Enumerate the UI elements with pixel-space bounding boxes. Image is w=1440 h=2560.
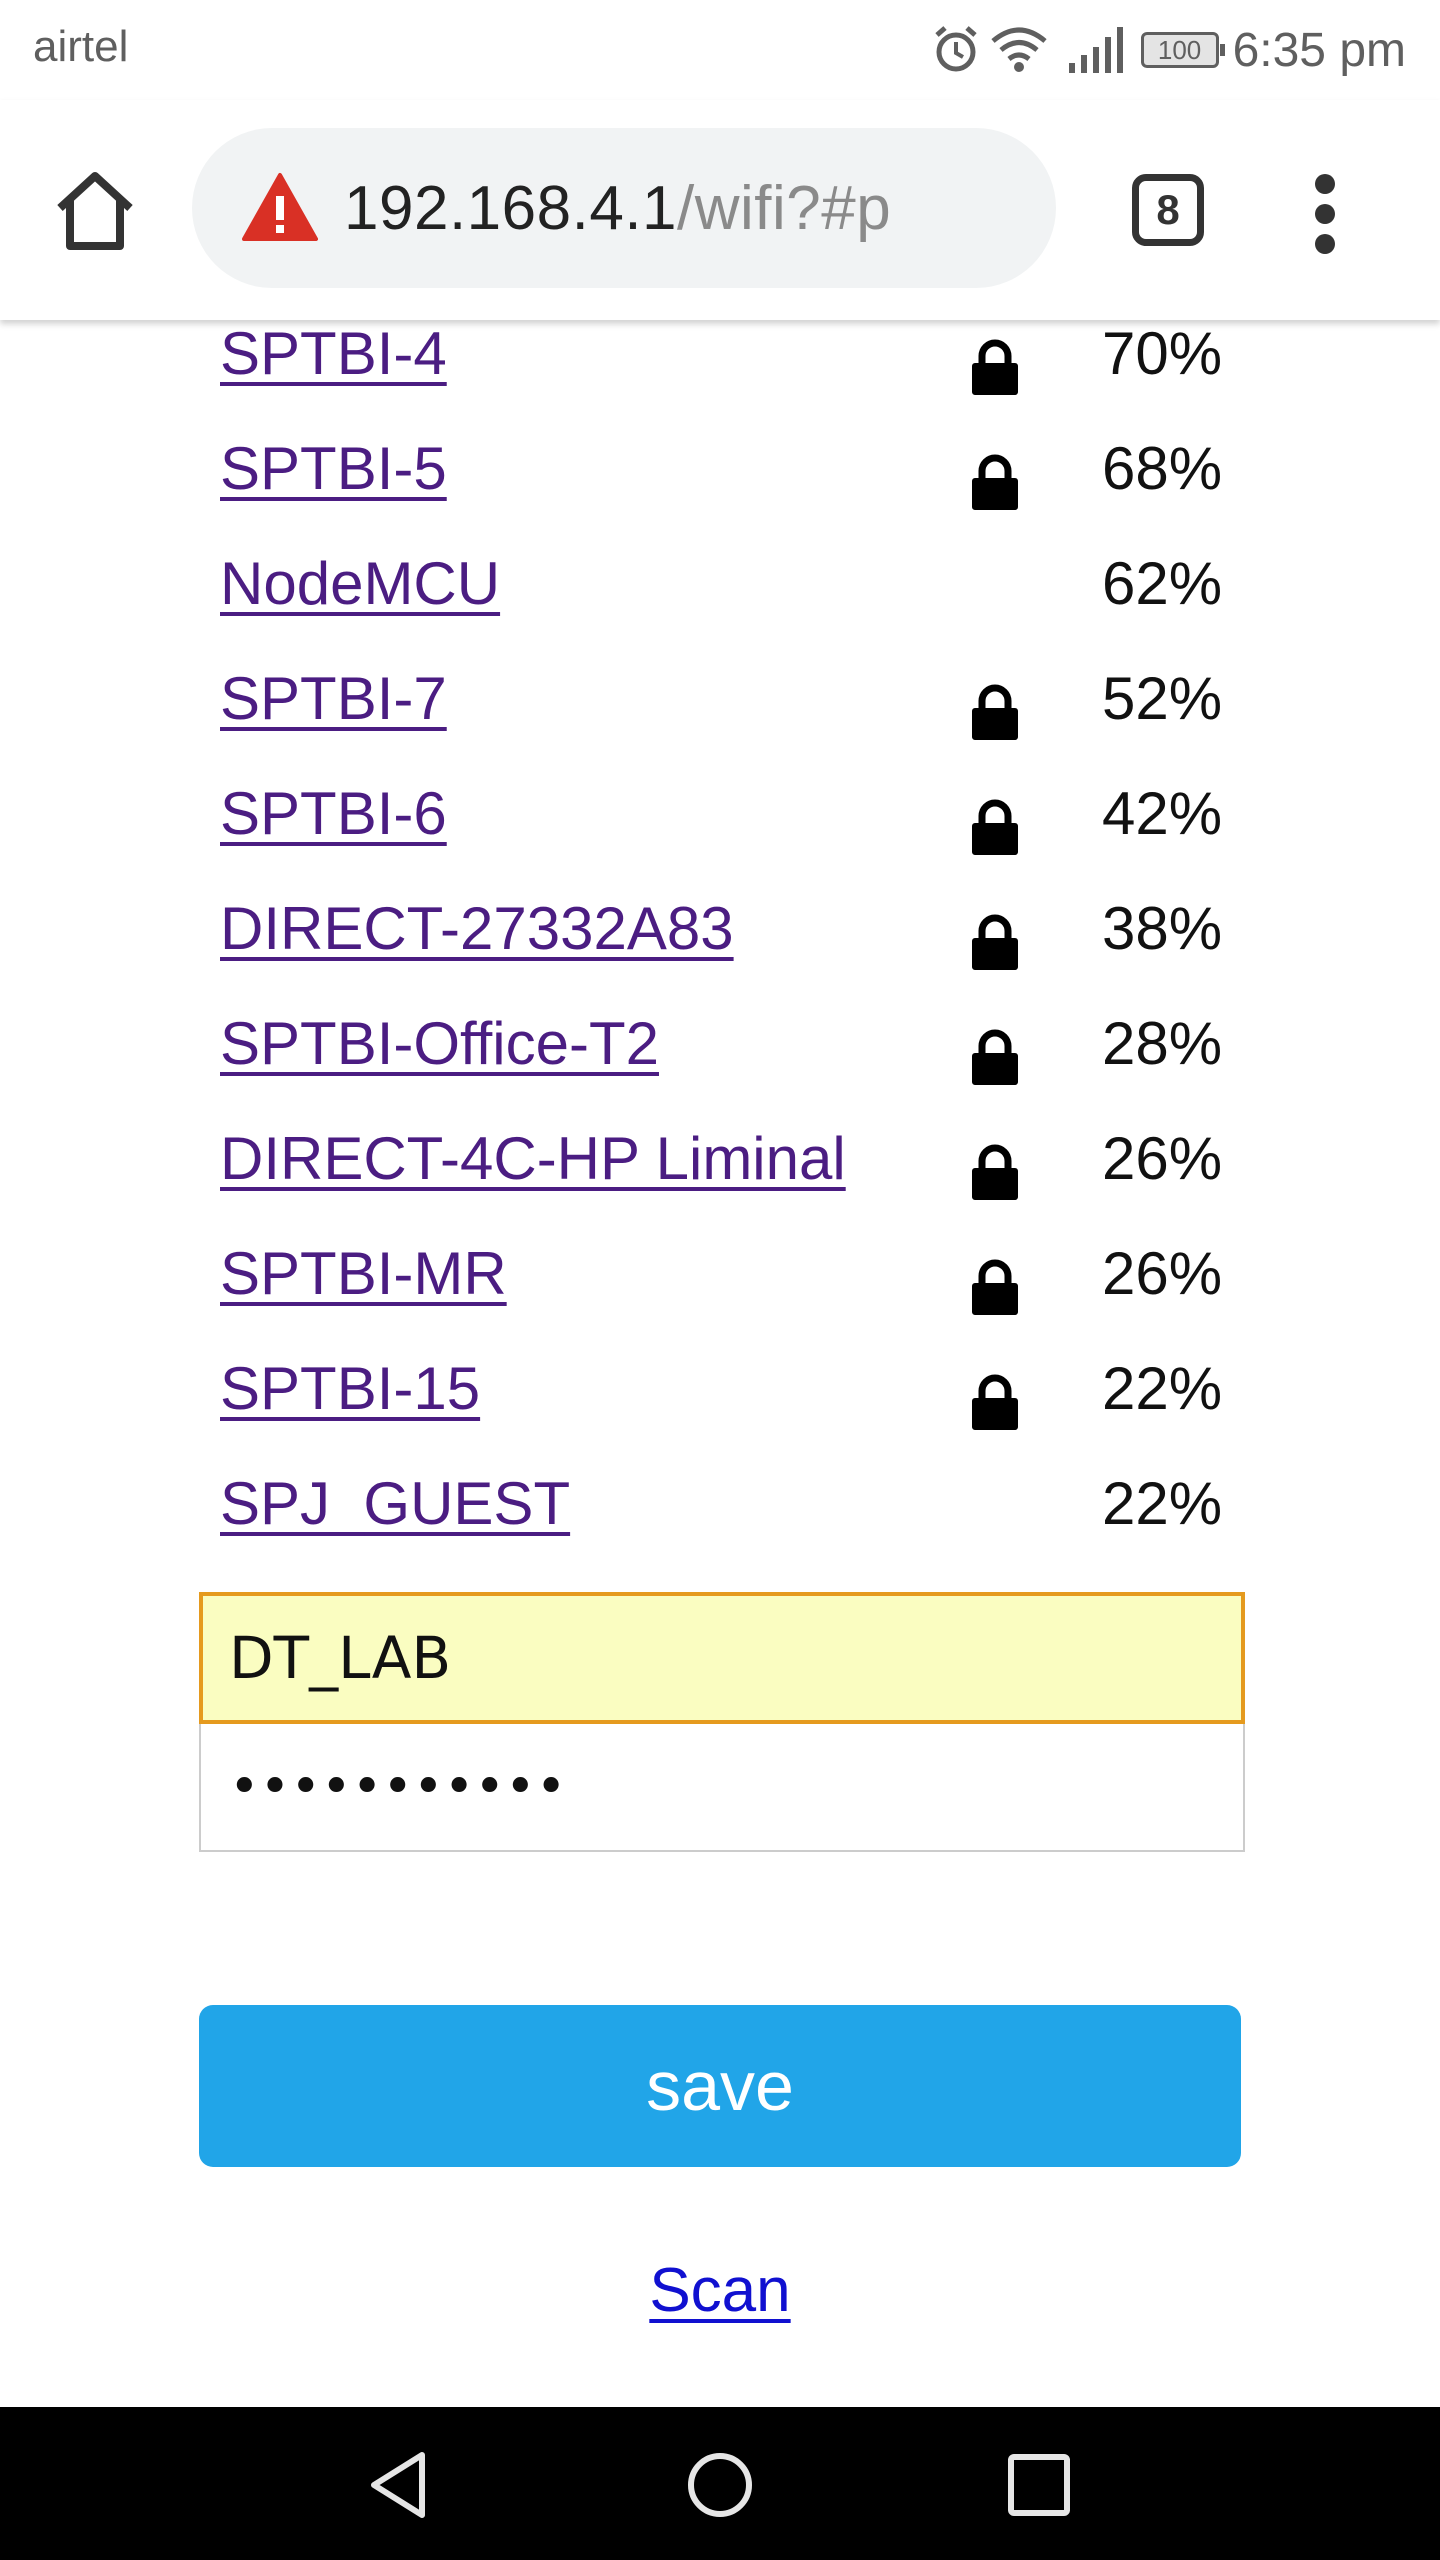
clock: 6:35 pm: [1232, 23, 1406, 77]
network-row: NodeMCU 62%: [0, 539, 1440, 654]
signal-quality: 26%: [1102, 1240, 1223, 1307]
more-menu-button[interactable]: [1310, 174, 1340, 254]
not-secure-warning-icon[interactable]: [242, 172, 318, 242]
tab-switcher-button[interactable]: 8: [1132, 174, 1204, 246]
signal-quality: 22%: [1102, 1470, 1223, 1537]
network-ssid-link[interactable]: SPTBI-MR: [220, 1239, 507, 1308]
url-text[interactable]: 192.168.4.1/wifi?#p: [344, 173, 891, 244]
url-host: 192.168.4.1: [344, 174, 678, 243]
signal-quality: 62%: [1102, 550, 1223, 617]
lock-icon: [972, 339, 1018, 395]
network-row: SPTBI-4 70%: [0, 320, 1440, 424]
scan-link-container: Scan: [0, 2255, 1440, 2326]
lock-icon: [972, 914, 1018, 970]
scan-link[interactable]: Scan: [649, 2256, 790, 2325]
battery-icon: 100: [1140, 32, 1225, 68]
lock-icon: [972, 1259, 1018, 1315]
battery-level: 100: [1157, 35, 1202, 65]
lock-icon: [972, 454, 1018, 510]
network-row: SPTBI-5 68%: [0, 424, 1440, 539]
network-ssid-link[interactable]: SPTBI-4: [220, 320, 447, 388]
network-row: DIRECT-4C-HP Liminal 26%: [0, 1114, 1440, 1229]
status-icons: 100 6:35 pm: [931, 20, 1406, 80]
signal-quality: 26%: [1102, 1125, 1223, 1192]
network-row: SPTBI-15 22%: [0, 1344, 1440, 1459]
home-icon: [57, 172, 133, 250]
network-row: SPJ_GUEST 22%: [0, 1459, 1440, 1574]
wifi-icon: [990, 27, 1047, 72]
save-button[interactable]: save: [199, 2005, 1241, 2167]
signal-quality: 70%: [1102, 320, 1223, 387]
menu-dot-icon: [1315, 174, 1335, 194]
lock-icon: [972, 1029, 1018, 1085]
network-ssid-link[interactable]: SPTBI-5: [220, 434, 447, 503]
signal-quality: 38%: [1102, 895, 1223, 962]
network-row: SPTBI-Office-T2 28%: [0, 999, 1440, 1114]
network-ssid-link[interactable]: SPTBI-7: [220, 664, 447, 733]
carrier-name: airtel: [33, 22, 129, 71]
recents-nav-icon[interactable]: [999, 2445, 1079, 2525]
lock-icon: [972, 799, 1018, 855]
menu-dot-icon: [1315, 234, 1335, 254]
network-row: SPTBI-6 42%: [0, 769, 1440, 884]
signal-icon: [1068, 27, 1123, 73]
lock-icon: [972, 1374, 1018, 1430]
password-input[interactable]: [199, 1724, 1245, 1852]
page-content: SPTBI-4 70% SPTBI-5 68% NodeMCU 62% SPTBI-7 52%…: [0, 320, 1440, 2407]
alarm-icon: [934, 26, 977, 72]
menu-dot-icon: [1315, 204, 1335, 224]
home-nav-icon[interactable]: [680, 2445, 760, 2525]
network-ssid-link[interactable]: SPTBI-Office-T2: [220, 1009, 659, 1078]
status-bar: airtel 100 6:35 pm: [0, 0, 1440, 100]
network-row: SPTBI-MR 26%: [0, 1229, 1440, 1344]
network-ssid-link[interactable]: SPTBI-15: [220, 1354, 480, 1423]
network-ssid-link[interactable]: SPJ_GUEST: [220, 1469, 570, 1538]
network-ssid-link[interactable]: DIRECT-4C-HP Liminal: [220, 1124, 846, 1193]
network-row: SPTBI-7 52%: [0, 654, 1440, 769]
browser-toolbar: 192.168.4.1/wifi?#p 8: [0, 100, 1440, 320]
network-list: SPTBI-4 70% SPTBI-5 68% NodeMCU 62% SPTBI-7 52%…: [0, 320, 1440, 1574]
signal-quality: 22%: [1102, 1355, 1223, 1422]
home-button[interactable]: [50, 166, 140, 256]
signal-quality: 28%: [1102, 1010, 1223, 1077]
network-row: DIRECT-27332A83 38%: [0, 884, 1440, 999]
url-path: /wifi?#p: [677, 174, 892, 243]
lock-icon: [972, 684, 1018, 740]
network-ssid-link[interactable]: DIRECT-27332A83: [220, 894, 734, 963]
address-bar[interactable]: 192.168.4.1/wifi?#p: [192, 128, 1056, 288]
network-ssid-link[interactable]: NodeMCU: [220, 549, 500, 618]
signal-quality: 42%: [1102, 780, 1223, 847]
network-ssid-link[interactable]: SPTBI-6: [220, 779, 447, 848]
navigation-bar: [0, 2407, 1440, 2560]
signal-quality: 68%: [1102, 435, 1223, 502]
lock-icon: [972, 1144, 1018, 1200]
back-nav-icon[interactable]: [360, 2445, 440, 2525]
signal-quality: 52%: [1102, 665, 1223, 732]
ssid-input[interactable]: [199, 1592, 1245, 1724]
